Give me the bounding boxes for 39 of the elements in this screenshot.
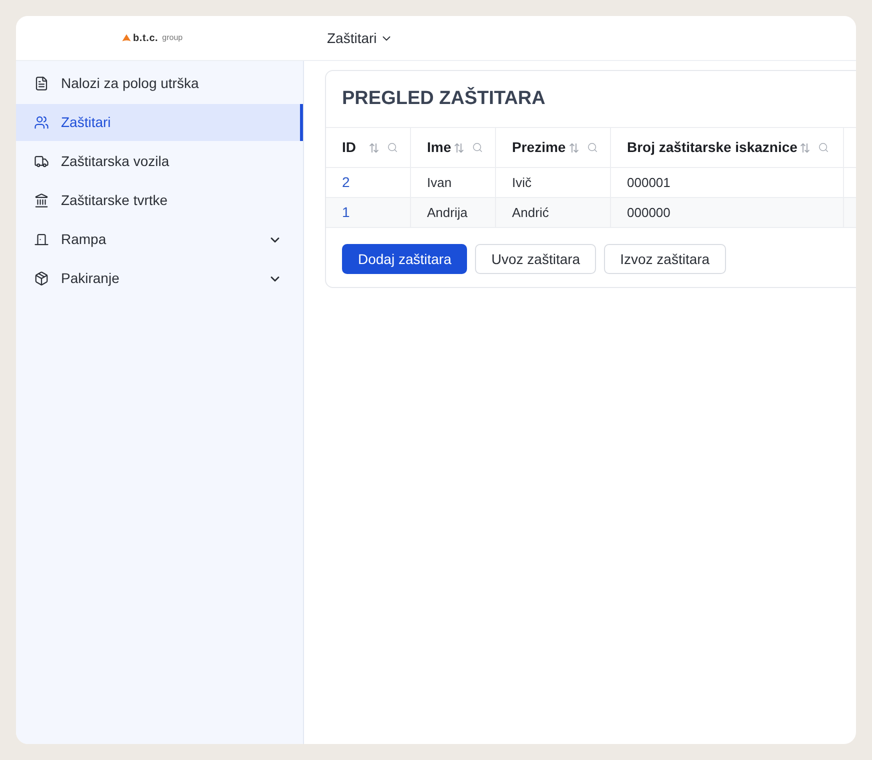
sort-icon[interactable]	[800, 142, 810, 152]
document-icon	[34, 76, 49, 91]
door-icon	[34, 232, 49, 247]
table-cell-text: Ivan	[427, 174, 452, 192]
sidebar-item[interactable]: Zaštitarske tvrtke	[16, 182, 303, 219]
id-link[interactable]: 2	[342, 172, 350, 193]
sidebar-item[interactable]: Zaštitari	[16, 104, 303, 141]
column-header[interactable]: Prezime	[496, 128, 611, 167]
id-link[interactable]: 1	[342, 202, 350, 223]
nav-menu[interactable]: Zaštitari	[327, 28, 393, 48]
action-button[interactable]: Dodaj zaštitara	[342, 244, 468, 274]
table-cell-text: Ivič	[512, 174, 532, 192]
table-cell-text: Andrija	[427, 204, 468, 222]
users-icon	[34, 115, 49, 130]
table-cell-text: Andrić	[512, 204, 549, 222]
bank-icon	[34, 193, 49, 208]
sidebar-item[interactable]: Nalozi za polog utrška	[16, 65, 303, 102]
column-header[interactable]: Ime	[411, 128, 496, 167]
truck-icon	[34, 154, 49, 169]
logo-mark[interactable]: b.t.c.	[133, 30, 158, 46]
sort-icon[interactable]	[568, 142, 579, 152]
column-header[interactable]: ID	[326, 128, 411, 167]
search-icon[interactable]	[818, 142, 830, 153]
search-icon[interactable]	[472, 142, 484, 153]
table-cell-text: 000001	[627, 174, 670, 192]
search-icon[interactable]	[387, 142, 398, 153]
sort-icon[interactable]	[454, 142, 464, 152]
sidebar-item[interactable]: Zaštitarska vozila	[16, 143, 303, 180]
sort-icon[interactable]	[369, 142, 379, 152]
page-title: PREGLED ZAŠTITARA	[342, 86, 546, 111]
sidebar-item[interactable]: Pakiranje	[16, 260, 303, 297]
search-icon[interactable]	[586, 142, 598, 153]
package-icon	[34, 271, 49, 286]
sidebar-item[interactable]: Rampa	[16, 221, 303, 258]
logo-word: group	[162, 32, 183, 44]
logo-icon	[122, 34, 131, 42]
action-button[interactable]: Izvoz zaštitara	[604, 244, 726, 274]
action-button[interactable]: Uvoz zaštitara	[475, 244, 596, 274]
table-cell-text: 000000	[627, 204, 670, 222]
